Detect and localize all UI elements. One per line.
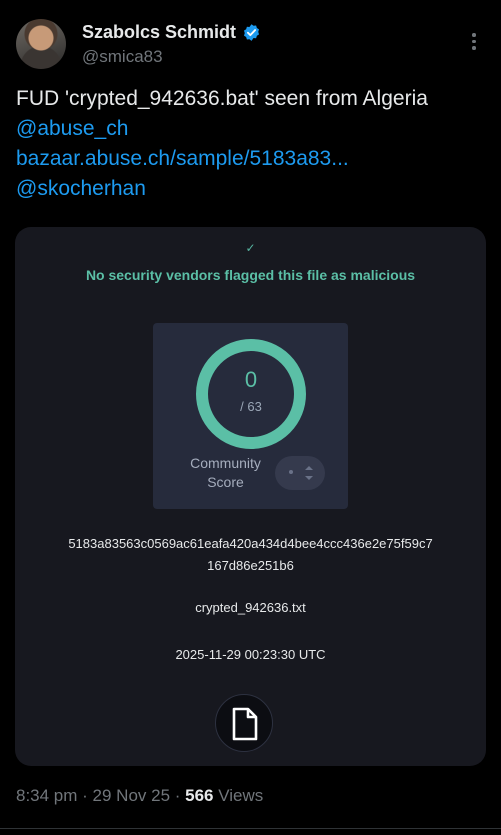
- community-score-stepper[interactable]: [275, 456, 325, 490]
- up-down-arrows-icon: [305, 466, 313, 480]
- detection-gauge-ring: [196, 339, 306, 449]
- detection-total: / 63: [240, 399, 262, 414]
- sample-link[interactable]: bazaar.abuse.ch/sample/5183a83...: [16, 147, 349, 170]
- handle[interactable]: @smica83: [82, 47, 163, 67]
- detection-status: No security vendors flagged this file as…: [85, 267, 416, 283]
- dot-icon: [289, 470, 293, 474]
- check-icon: ✓: [245, 241, 256, 255]
- views-label: Views: [213, 786, 264, 805]
- tweet-text: FUD 'crypted_942636.bat' seen from Alger…: [16, 84, 491, 204]
- hash-line-2: 167d86e251b6: [207, 558, 294, 573]
- attached-image-card[interactable]: ✓ No security vendors flagged this file …: [15, 227, 486, 766]
- community-score-label: Community Score: [190, 455, 261, 490]
- mention-abuse-ch[interactable]: @abuse_ch: [16, 117, 128, 140]
- more-options-icon[interactable]: [471, 33, 477, 50]
- detection-score: 0: [244, 367, 258, 392]
- divider: [0, 828, 501, 829]
- score-panel: 0 / 63 Community Score: [153, 323, 348, 509]
- tweet-timestamp[interactable]: 8:34 pm · 29 Nov 25 ·: [16, 786, 185, 805]
- display-name[interactable]: Szabolcs Schmidt: [82, 22, 236, 43]
- scan-timestamp: 2025-11-29 00:23:30 UTC: [175, 647, 326, 662]
- views-count: 566: [185, 786, 214, 805]
- verified-badge-icon: [244, 24, 260, 41]
- file-hash: 5183a83563c0569ac61eafa420a434d4bee4ccc4…: [35, 533, 466, 577]
- mention-skocherhan[interactable]: @skocherhan: [16, 177, 146, 200]
- file-name: crypted_942636.txt: [195, 600, 306, 615]
- avatar[interactable]: [16, 19, 66, 69]
- tweet-body: FUD 'crypted_942636.bat' seen from Alger…: [16, 87, 428, 110]
- hash-line-1: 5183a83563c0569ac61eafa420a434d4bee4ccc4…: [68, 536, 433, 551]
- file-button[interactable]: [215, 694, 273, 752]
- name-line: Szabolcs Schmidt: [82, 22, 261, 43]
- tweet-header: Szabolcs Schmidt @smica83: [16, 19, 485, 71]
- document-icon: [232, 707, 258, 741]
- tweet-meta: 8:34 pm · 29 Nov 25 · 566 Views: [16, 786, 263, 806]
